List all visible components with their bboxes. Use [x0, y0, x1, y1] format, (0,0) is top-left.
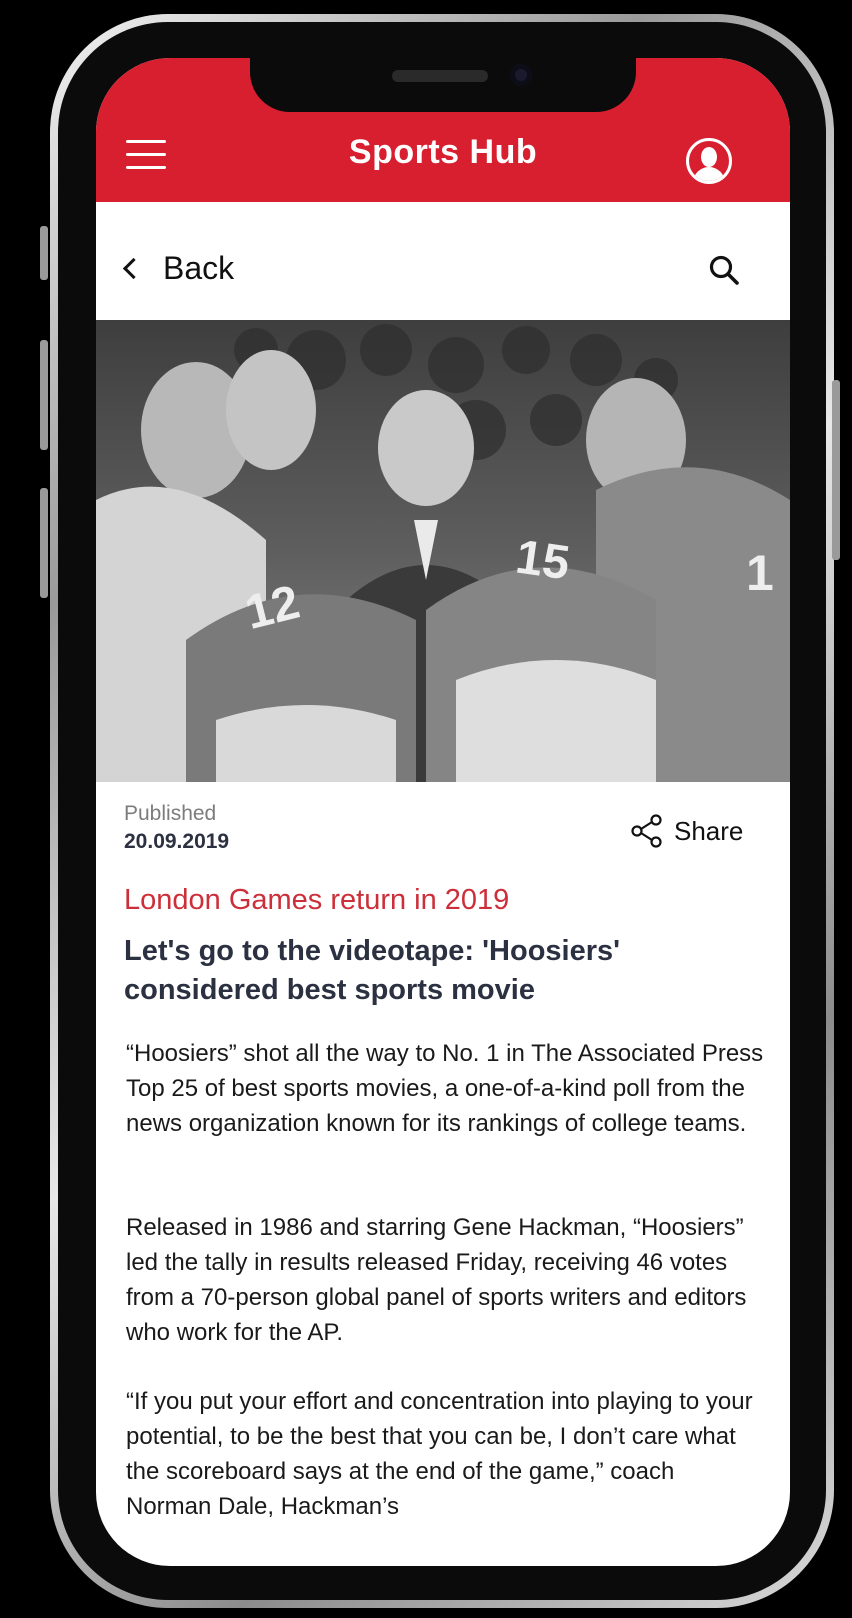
article-headline: Let's go to the videotape: 'Hoosiers' co…	[124, 935, 621, 1006]
search-icon[interactable]	[708, 254, 740, 286]
svg-text:1: 1	[746, 545, 774, 601]
front-camera	[510, 64, 532, 86]
speaker-grille	[392, 70, 488, 82]
article-hero-image: 12 15 1	[96, 320, 790, 782]
phone-screen: Sports Hub Back 12 15 1 Published 20.09.…	[96, 58, 790, 1566]
published-date: 20.09.2019	[124, 830, 230, 853]
article-paragraph: “If you put your effort and concentratio…	[126, 1388, 753, 1520]
navigation-bar: Back	[96, 202, 790, 320]
article-kicker: London Games return in 2019	[124, 884, 510, 916]
phone-volume-up-button	[40, 340, 48, 450]
published-label: Published	[124, 802, 217, 825]
back-label: Back	[163, 249, 235, 286]
article-paragraph: Released in 1986 and starring Gene Hackm…	[126, 1214, 747, 1346]
back-button[interactable]: Back	[120, 248, 234, 288]
svg-text:15: 15	[513, 530, 573, 590]
user-avatar-icon[interactable]	[686, 138, 732, 184]
article-paragraph: “Hoosiers” shot all the way to No. 1 in …	[126, 1040, 764, 1137]
phone-volume-down-button	[40, 488, 48, 598]
share-icon	[631, 814, 662, 848]
share-button[interactable]: Share	[630, 814, 743, 848]
phone-side-button	[40, 226, 48, 280]
phone-power-button	[832, 380, 840, 560]
share-label: Share	[674, 815, 744, 846]
phone-notch	[250, 58, 636, 112]
chevron-left-icon	[122, 257, 145, 279]
